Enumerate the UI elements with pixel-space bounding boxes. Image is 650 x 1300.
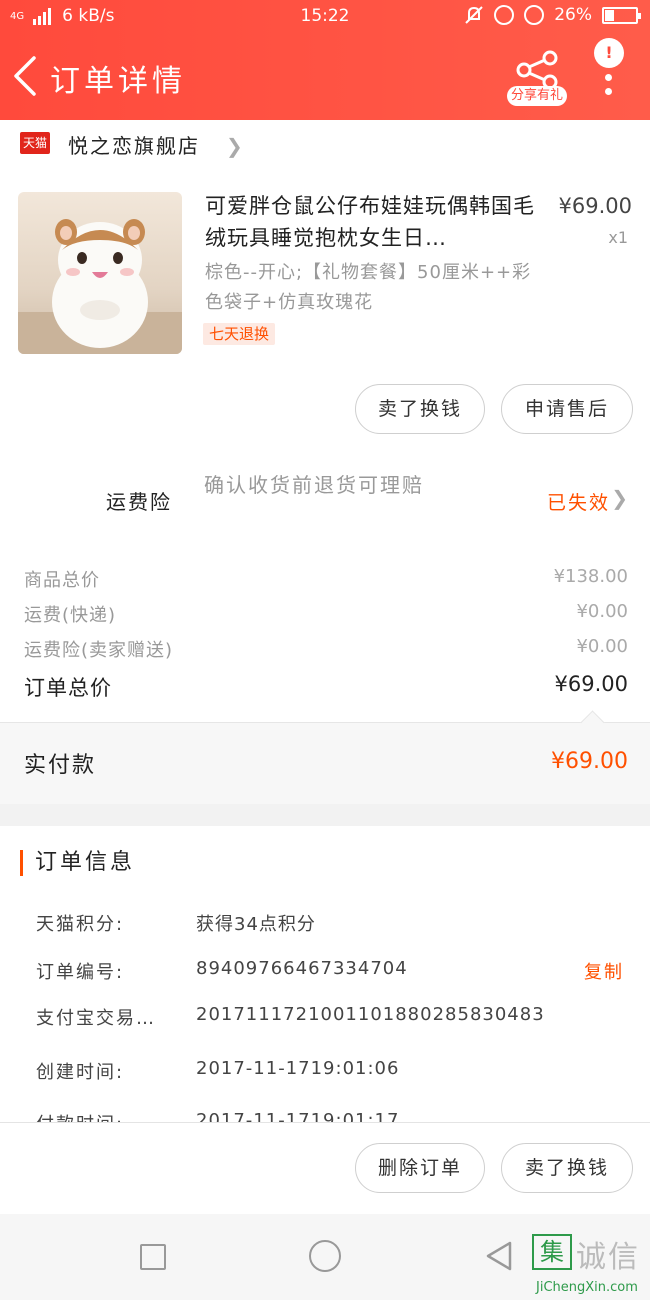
nav-bar: 订单详情 分享有礼 ! — [0, 34, 650, 120]
insurance-label: 运费险 — [106, 490, 172, 514]
product-image[interactable] — [18, 192, 182, 354]
summary-row: 运费(快递) ¥0.00 — [0, 601, 650, 631]
watermark-logo: 集 — [532, 1234, 572, 1270]
info-value: 2017111721001101880285830483 — [196, 1004, 545, 1025]
product-price: ¥69.00 — [558, 194, 632, 218]
mute-icon — [465, 6, 483, 24]
summary-label: 运费险(卖家赠送) — [24, 640, 174, 661]
info-key: 支付宝交易… — [36, 1008, 156, 1029]
sell-button[interactable]: 卖了换钱 — [355, 384, 485, 434]
order-total-label: 订单总价 — [24, 676, 112, 700]
store-row[interactable]: 天猫 悦之恋旗舰店 ❯ — [0, 120, 650, 166]
payment-amount: ¥69.00 — [551, 749, 628, 774]
more-dot-icon — [605, 88, 612, 95]
info-row: 创建时间: 2017-11-1719:01:06 — [0, 1058, 650, 1088]
home-button[interactable] — [309, 1240, 341, 1272]
watermark-url: JiChengXin.com — [536, 1280, 638, 1295]
info-value: 获得34点积分 — [196, 914, 316, 935]
status-bar: 4G 6 kB/s 15:22 26% — [0, 0, 650, 34]
battery-icon — [602, 6, 641, 24]
battery-percent: 26% — [554, 5, 592, 25]
recents-button[interactable] — [140, 1244, 166, 1270]
summary-label: 运费(快递) — [24, 605, 117, 626]
copy-button[interactable]: 复制 — [584, 958, 624, 984]
summary-row: 运费险(卖家赠送) ¥0.00 — [0, 636, 650, 666]
more-menu-button[interactable]: ! — [594, 38, 624, 100]
price-summary: 商品总价 ¥138.00 运费(快递) ¥0.00 运费险(卖家赠送) ¥0.0… — [0, 542, 650, 722]
watermark-text: 诚信 — [576, 1240, 640, 1275]
tmall-logo: 天猫 — [20, 132, 50, 154]
info-value: 2017-11-1719:01:17 — [196, 1110, 400, 1122]
info-key: 订单编号: — [36, 962, 125, 983]
delete-order-button[interactable]: 删除订单 — [355, 1143, 485, 1193]
info-key: 天猫积分: — [36, 914, 125, 935]
info-value: 2017-11-1719:01:06 — [196, 1058, 400, 1079]
info-row: 天猫积分: 获得34点积分 — [0, 910, 650, 940]
summary-value: ¥138.00 — [553, 566, 628, 587]
product-quantity: x1 — [608, 228, 628, 247]
product-name[interactable]: 可爱胖仓鼠公仔布娃娃玩偶韩国毛绒玩具睡觉抱枕女生日… — [205, 190, 535, 254]
app-header: 4G 6 kB/s 15:22 26% 订单详情 分享有礼 ! — [0, 0, 650, 120]
info-key: 付款时间: — [36, 1110, 124, 1122]
order-info-section: 订单信息 天猫积分: 获得34点积分 订单编号: 894097664673347… — [0, 826, 650, 1122]
hamster-plush-icon — [18, 219, 182, 354]
payment-label: 实付款 — [24, 753, 97, 778]
order-total-value: ¥69.00 — [554, 672, 628, 696]
info-row: 支付宝交易… 2017111721001101880285830483 — [0, 1004, 650, 1034]
bottom-action-bar: 删除订单 卖了换钱 — [0, 1122, 650, 1214]
store-name: 悦之恋旗舰店 — [68, 134, 200, 158]
share-button[interactable]: 分享有礼 — [505, 50, 569, 106]
after-sale-button[interactable]: 申请售后 — [501, 384, 633, 434]
share-icon — [516, 50, 558, 90]
notification-badge: ! — [594, 38, 624, 68]
order-total-row: 订单总价 ¥69.00 — [0, 672, 650, 702]
order-number-value: 89409766467334704 — [196, 958, 408, 979]
more-dot-icon — [605, 74, 612, 81]
insurance-description: 确认收货前退货可理赔 — [204, 473, 424, 497]
lock-rotation-icon — [494, 5, 515, 25]
sell-button[interactable]: 卖了换钱 — [501, 1143, 633, 1193]
page-title: 订单详情 — [50, 64, 186, 99]
insurance-status: 已失效 — [546, 492, 610, 514]
summary-row: 商品总价 ¥138.00 — [0, 566, 650, 596]
system-nav-bar: 集 诚信 JiChengXin.com — [0, 1214, 650, 1300]
chevron-right-icon: ❯ — [611, 486, 628, 510]
alarm-icon — [524, 5, 545, 25]
summary-value: ¥0.00 — [576, 636, 628, 657]
product-sku: 棕色--开心;【礼物套餐】50厘米++彩色袋子+仿真玫瑰花 — [205, 262, 532, 313]
info-row: 订单编号: 89409766467334704 复制 — [0, 958, 650, 988]
summary-value: ¥0.00 — [576, 601, 628, 622]
return-policy-tag: 七天退换 — [203, 323, 276, 345]
status-right: 26% — [464, 5, 641, 25]
back-triangle-button[interactable] — [484, 1240, 514, 1272]
back-button[interactable] — [10, 54, 40, 98]
shipping-insurance-row[interactable]: 运费险 确认收货前退货可理赔 已失效 ❯ — [0, 454, 650, 542]
info-row: 付款时间: 2017-11-1719:01:17 — [0, 1110, 650, 1122]
info-key: 创建时间: — [36, 1062, 125, 1083]
chevron-right-icon: ❯ — [226, 134, 243, 158]
product-card: 可爱胖仓鼠公仔布娃娃玩偶韩国毛绒玩具睡觉抱枕女生日… ¥69.00 x1 棕色-… — [0, 166, 650, 454]
summary-label: 商品总价 — [24, 570, 100, 591]
order-info-title: 订单信息 — [20, 850, 135, 876]
actual-payment-row: 实付款 ¥69.00 — [0, 722, 650, 804]
share-label: 分享有礼 — [507, 86, 567, 106]
